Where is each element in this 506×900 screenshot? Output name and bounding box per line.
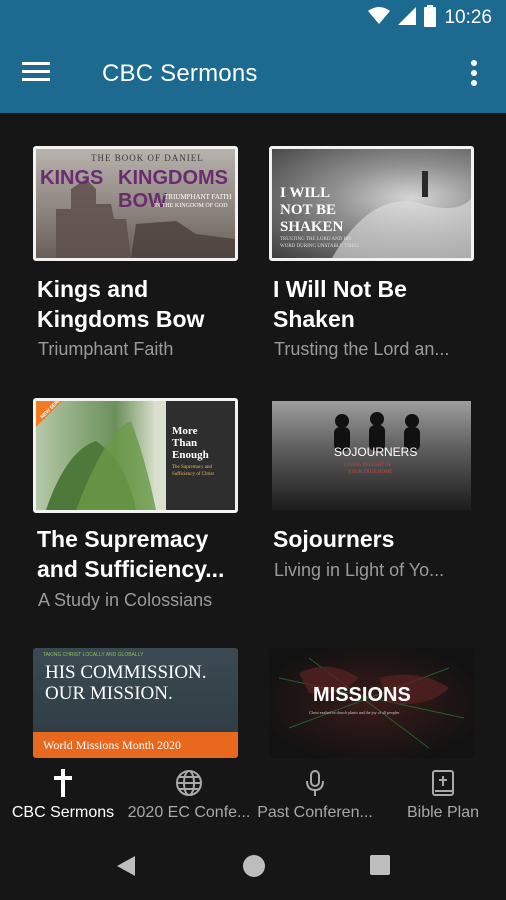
- thumb-caption: LIVING IN LIGHT OF: [344, 463, 392, 468]
- thumb-caption: SOJOURNERS: [334, 445, 418, 459]
- nav-label: 2020 EC Confe...: [127, 804, 251, 821]
- nav-label: Bible Plan: [406, 804, 480, 821]
- series-thumbnail: THE BOOK OF DANIEL KINGS KINGDOMS BOW TR…: [33, 146, 238, 261]
- app-bar: CBC Sermons: [0, 36, 506, 113]
- globe-icon: [174, 768, 204, 798]
- thumb-caption: IN THE KINGDOM OF GOD: [154, 203, 228, 209]
- app-title: CBC Sermons: [102, 60, 258, 87]
- nav-tab-2020-ec-conference[interactable]: 2020 EC Confe...: [126, 758, 252, 832]
- sermon-series-grid: THE BOOK OF DANIEL KINGS KINGDOMS BOW TR…: [0, 113, 506, 758]
- nav-tab-cbc-sermons[interactable]: CBC Sermons: [0, 758, 126, 832]
- series-title: The Supremacy: [37, 526, 209, 552]
- series-thumbnail: NEW SERIES More Than Enough The Supremac…: [33, 398, 238, 513]
- battery-icon: [424, 4, 437, 32]
- nav-label: CBC Sermons: [11, 804, 115, 821]
- series-subtitle: Living in Light of Yo...: [274, 560, 445, 580]
- series-thumbnail: I WILL NOT BE SHAKEN TRUSTING THE LORD A…: [269, 146, 474, 261]
- series-subtitle: Triumphant Faith: [38, 339, 174, 359]
- bottom-navigation: CBC Sermons 2020 EC Confe... Past Confer…: [0, 758, 506, 832]
- thumb-caption: World Missions Month 2020: [43, 738, 182, 752]
- series-thumbnail: SOJOURNERS LIVING IN LIGHT OF YOUR TRUE …: [269, 398, 474, 513]
- series-title: Kingdoms Bow: [37, 306, 205, 332]
- thumb-caption: Than: [172, 437, 198, 449]
- nav-label: Past Conferen...: [257, 804, 373, 821]
- series-subtitle: A Study in Colossians: [38, 590, 213, 610]
- thumb-caption: OUR MISSION.: [45, 683, 173, 704]
- thumb-caption: I WILL: [280, 185, 331, 201]
- series-thumbnail: MISSIONS Christ exalted in church plants…: [269, 648, 474, 758]
- nav-tab-past-conferences[interactable]: Past Conferen...: [252, 758, 378, 832]
- series-title: Sojourners: [273, 526, 395, 552]
- status-time: 10:26: [444, 7, 492, 28]
- nav-tab-bible-plan[interactable]: Bible Plan: [380, 758, 506, 832]
- cross-icon: [48, 768, 78, 798]
- series-card-sojourners[interactable]: SOJOURNERS LIVING IN LIGHT OF YOUR TRUE …: [269, 398, 474, 618]
- microphone-icon: [300, 768, 330, 798]
- series-card-kings[interactable]: THE BOOK OF DANIEL KINGS KINGDOMS BOW TR…: [33, 146, 238, 366]
- series-title: Shaken: [273, 306, 355, 332]
- thumb-caption: THE BOOK OF DANIEL: [91, 153, 204, 163]
- recent-apps-icon[interactable]: [369, 854, 391, 881]
- status-icons: 10:26: [368, 4, 492, 32]
- thumb-caption: MISSIONS: [313, 684, 411, 706]
- series-card-missions[interactable]: MISSIONS Christ exalted in church plants…: [269, 648, 474, 758]
- hamburger-menu-icon[interactable]: [22, 61, 58, 89]
- series-card-commission[interactable]: TAKING CHRIST LOCALLY AND GLOBALLY HIS C…: [33, 648, 238, 758]
- wifi-icon: [368, 6, 391, 30]
- thumb-caption: The Supremacy and: [172, 465, 212, 470]
- series-card-supremacy[interactable]: NEW SERIES More Than Enough The Supremac…: [33, 398, 238, 618]
- thumb-caption: NOT BE: [280, 202, 336, 218]
- status-bar: 10:26: [0, 0, 506, 36]
- series-thumbnail: TAKING CHRIST LOCALLY AND GLOBALLY HIS C…: [33, 648, 238, 758]
- thumb-caption: TRUSTING THE LORD AND HIS: [280, 237, 352, 242]
- series-title: Kings and: [37, 276, 149, 302]
- home-icon[interactable]: [242, 854, 266, 883]
- thumb-caption: Enough: [172, 449, 209, 461]
- series-card-shaken[interactable]: I WILL NOT BE SHAKEN TRUSTING THE LORD A…: [269, 146, 474, 366]
- series-title: and Sufficiency...: [37, 556, 225, 582]
- signal-icon: [398, 6, 417, 30]
- back-icon[interactable]: [115, 854, 137, 883]
- thumb-caption: SHAKEN: [280, 219, 344, 235]
- more-options-icon[interactable]: [470, 60, 486, 90]
- system-navigation-bar: [0, 832, 506, 900]
- thumb-footer-band: World Missions Month 2020: [33, 732, 238, 758]
- bible-icon: [428, 768, 458, 798]
- thumb-caption: Christ exalted in church plants and the …: [309, 710, 400, 715]
- thumb-caption: Sufficiency of Christ: [172, 472, 214, 477]
- thumb-caption: TRIUMPHANT FAITH: [164, 193, 232, 201]
- thumb-caption: TAKING CHRIST LOCALLY AND GLOBALLY: [43, 652, 144, 658]
- thumb-caption: More: [172, 425, 198, 437]
- thumb-caption: HIS COMMISSION.: [45, 662, 207, 683]
- series-title: I Will Not Be: [273, 276, 407, 302]
- thumb-caption: KINGS: [40, 167, 104, 189]
- thumb-caption: WORD DURING UNSTABLE TIMES: [280, 244, 360, 249]
- series-subtitle: Trusting the Lord an...: [274, 339, 450, 359]
- thumb-caption: YOUR TRUE HOME: [348, 470, 393, 475]
